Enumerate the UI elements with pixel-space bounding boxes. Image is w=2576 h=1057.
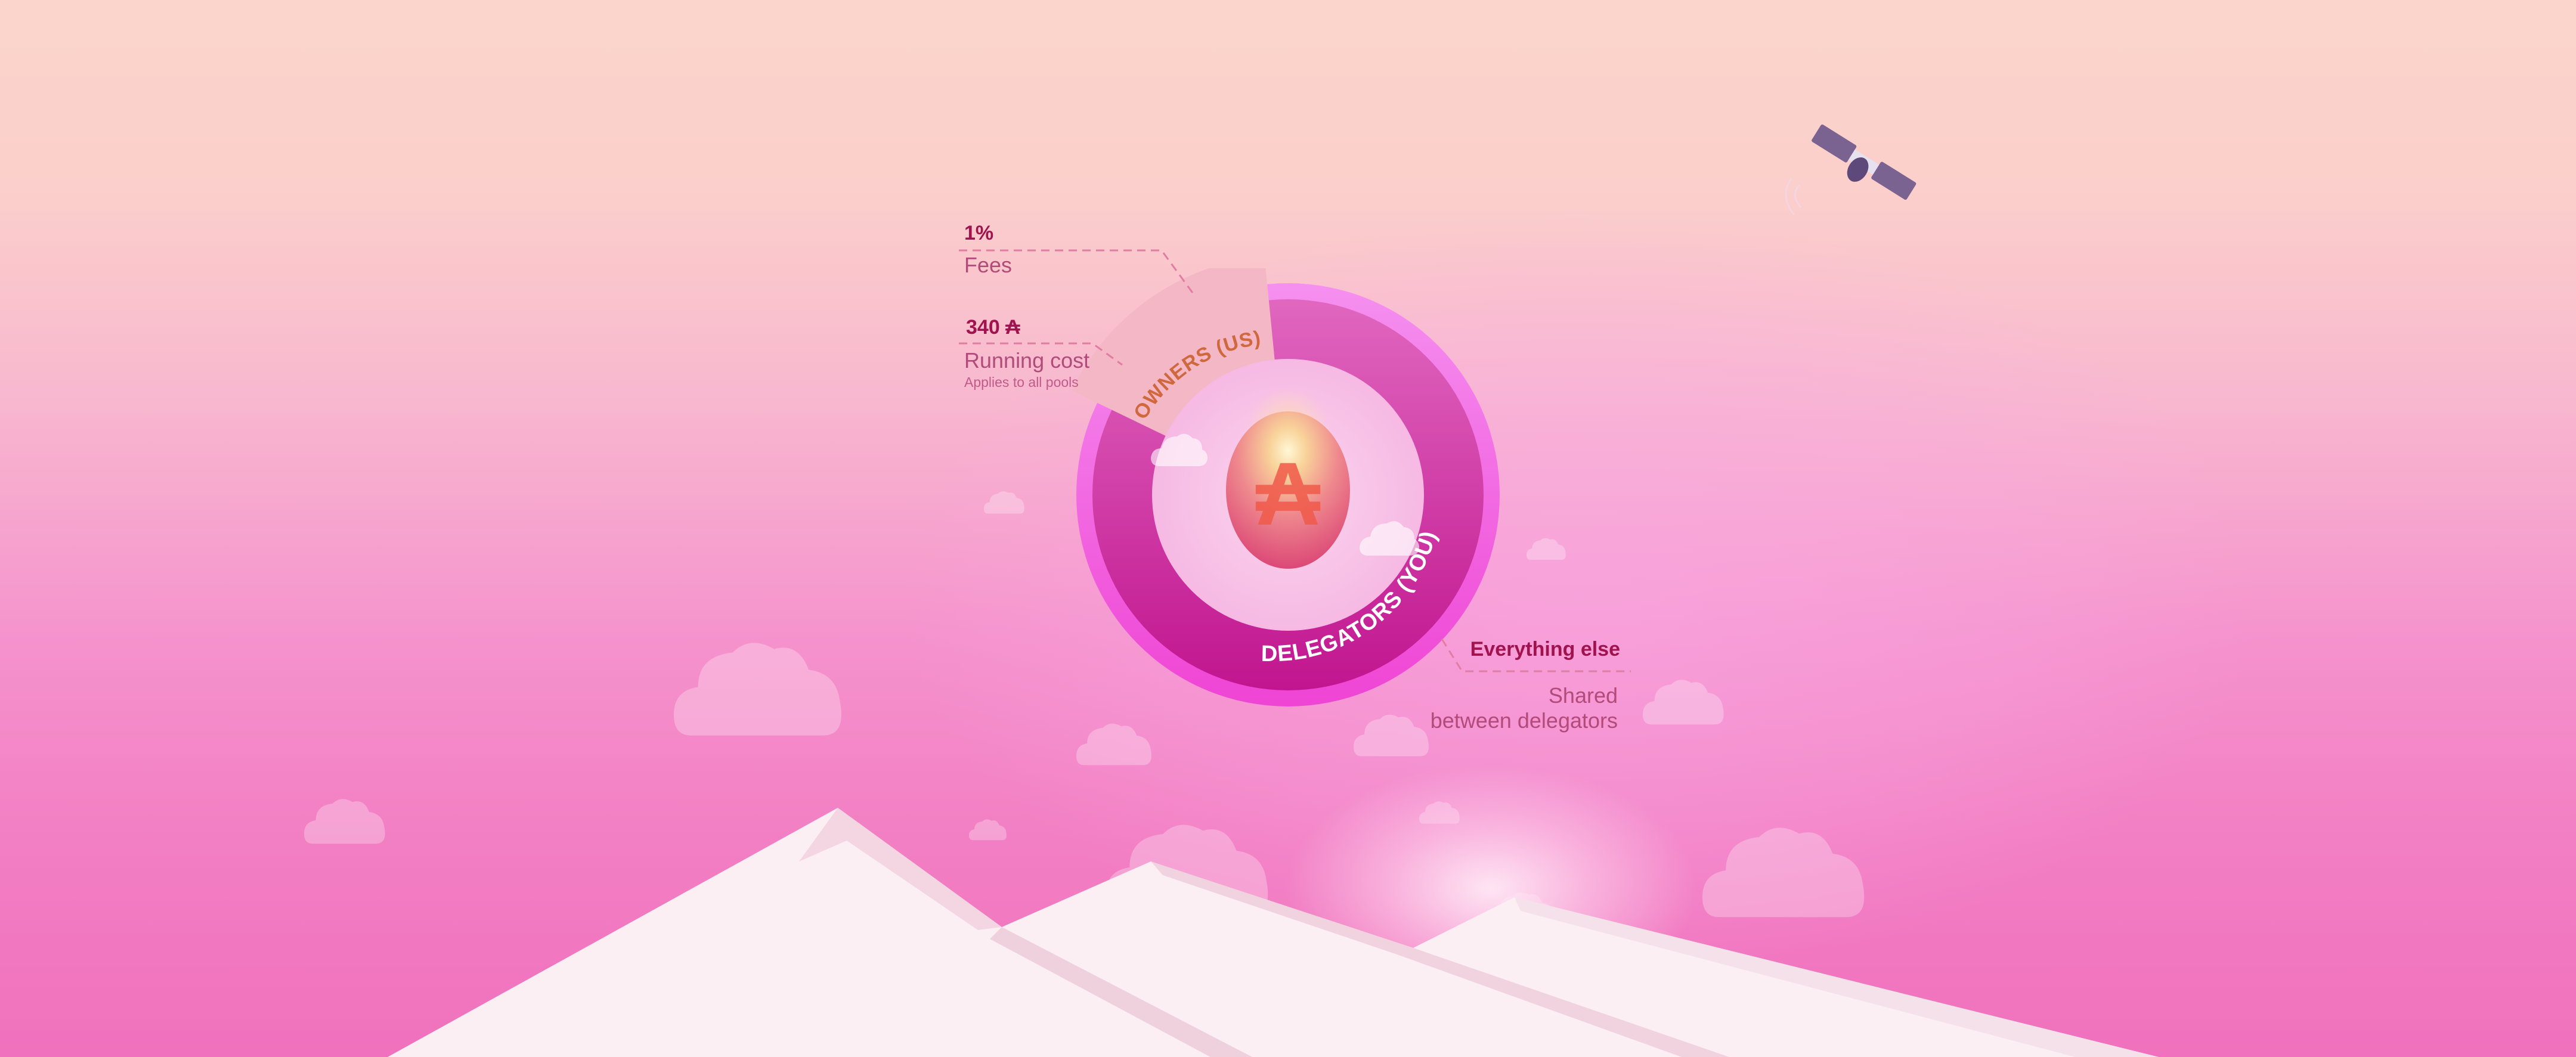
everything-else-label-line2: between delegators	[1430, 708, 1618, 733]
everything-else-label-line1: Shared	[1548, 683, 1618, 708]
running-cost-note: Applies to all pools	[964, 374, 1079, 390]
running-cost-value: 340 ₳	[966, 316, 1020, 339]
fees-label: Fees	[964, 253, 1013, 277]
running-cost-label: Running cost	[964, 348, 1090, 373]
everything-else-value: Everything else	[1470, 638, 1620, 661]
fees-value: 1%	[964, 222, 994, 244]
leader-lines	[959, 249, 1631, 672]
